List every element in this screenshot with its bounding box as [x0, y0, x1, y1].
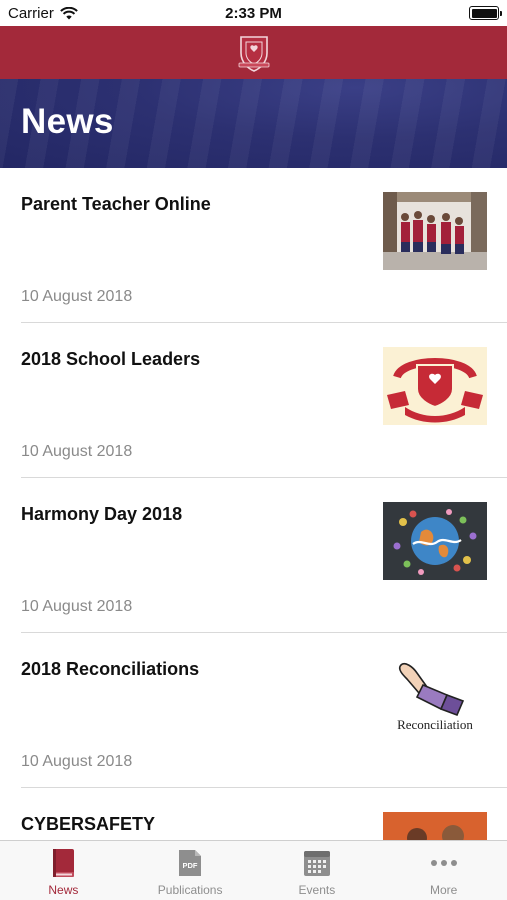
tab-events[interactable]: Events: [254, 841, 381, 900]
pdf-icon: PDF: [175, 848, 205, 878]
status-left: Carrier: [8, 5, 78, 22]
news-title: Parent Teacher Online: [21, 194, 211, 214]
tab-label: Publications: [157, 883, 223, 897]
school-crest-icon: [238, 35, 269, 72]
page-title: News: [21, 102, 114, 141]
battery-level: [471, 8, 497, 18]
news-item[interactable]: Harmony Day 2018 10 August 2018: [21, 478, 507, 633]
news-item[interactable]: Parent Teacher Online 10 August 2018: [21, 168, 507, 323]
news-list[interactable]: Parent Teacher Online 10 August 2018 201…: [0, 168, 507, 840]
tab-label: Events: [298, 883, 336, 897]
news-date: 10 August 2018: [21, 288, 133, 305]
news-date: 10 August 2018: [21, 443, 133, 460]
tab-label: More: [429, 883, 458, 897]
status-bar: Carrier 2:33 PM: [0, 0, 507, 26]
svg-text:PDF: PDF: [183, 861, 198, 870]
tab-news[interactable]: News: [0, 841, 127, 900]
news-thumbnail-students: [383, 192, 487, 270]
news-item[interactable]: CYBERSAFETY: [21, 788, 507, 840]
wifi-icon: [60, 6, 78, 19]
carrier-label: Carrier: [8, 4, 54, 22]
reconciliation-thumb-text: Reconciliation: [397, 717, 473, 732]
news-thumbnail-cybersafety: [383, 812, 487, 840]
news-thumbnail-reconciliation: Reconciliation: [383, 657, 487, 735]
crest-header: [0, 26, 507, 79]
tab-label: News: [48, 883, 79, 897]
news-thumbnail-harmony: [383, 502, 487, 580]
news-title: 2018 School Leaders: [21, 349, 201, 369]
news-item[interactable]: 2018 Reconciliations 10 August 2018 Reco…: [21, 633, 507, 788]
tab-more[interactable]: More: [380, 841, 507, 900]
news-item[interactable]: 2018 School Leaders 10 August 2018: [21, 323, 507, 478]
news-title: 2018 Reconciliations: [21, 659, 200, 679]
calendar-icon: [302, 848, 332, 878]
news-title: Harmony Day 2018: [21, 504, 183, 524]
news-date: 10 August 2018: [21, 753, 133, 770]
news-title: CYBERSAFETY: [21, 814, 156, 834]
tab-bar: News PDF Publications Events More: [0, 840, 507, 900]
title-banner: News: [0, 79, 507, 168]
news-date: 10 August 2018: [21, 598, 133, 615]
more-icon: [429, 848, 459, 878]
book-icon: [48, 848, 78, 878]
tab-publications[interactable]: PDF Publications: [127, 841, 254, 900]
news-thumbnail-crest: [383, 347, 487, 425]
battery-icon: [469, 6, 502, 20]
